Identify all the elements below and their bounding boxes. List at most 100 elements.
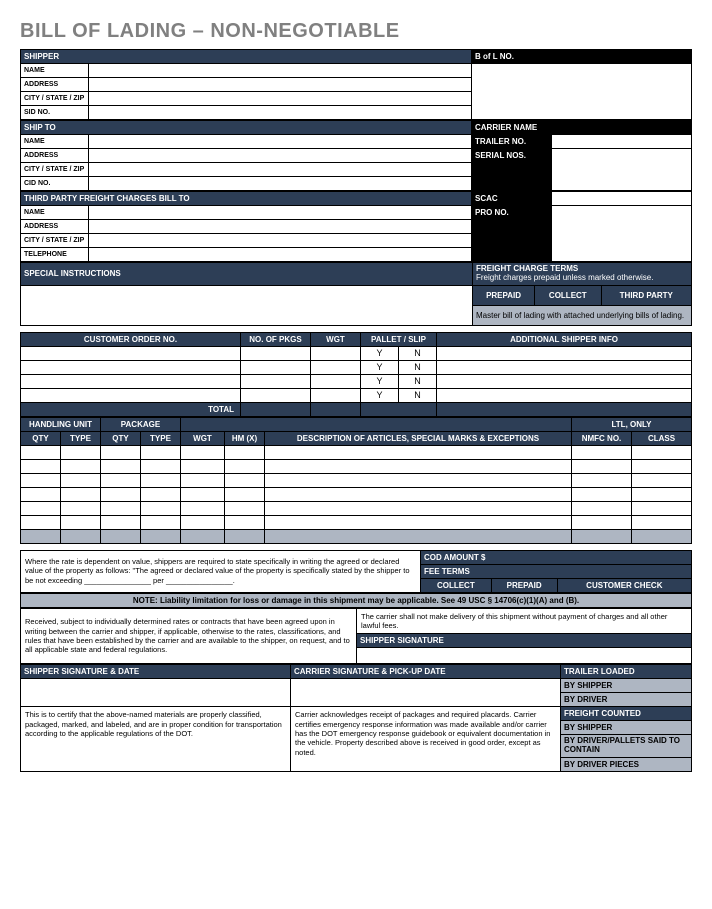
- serial-field[interactable]: [552, 149, 692, 191]
- order-cell[interactable]: [311, 374, 361, 388]
- hcell[interactable]: [61, 515, 101, 529]
- bol-field[interactable]: [472, 64, 692, 120]
- by-shipper-2[interactable]: BY SHIPPER: [561, 721, 692, 735]
- hcell[interactable]: [61, 445, 101, 459]
- hcell[interactable]: [572, 515, 632, 529]
- hcell[interactable]: [632, 515, 692, 529]
- hcell[interactable]: [141, 459, 181, 473]
- third-address-field[interactable]: [89, 220, 472, 234]
- hcell[interactable]: [632, 459, 692, 473]
- by-driver-pallets[interactable]: BY DRIVER/PALLETS SAID TO CONTAIN: [561, 735, 692, 758]
- cod-collect-button[interactable]: COLLECT: [421, 578, 492, 592]
- hcell[interactable]: [181, 515, 225, 529]
- order-cell[interactable]: [437, 346, 692, 360]
- pallet-y[interactable]: Y: [361, 346, 399, 360]
- cod-check-button[interactable]: CUSTOMER CHECK: [557, 578, 691, 592]
- pallet-y[interactable]: Y: [361, 374, 399, 388]
- hcell[interactable]: [61, 459, 101, 473]
- order-cell[interactable]: [21, 374, 241, 388]
- collect-button[interactable]: COLLECT: [535, 285, 601, 305]
- hcell[interactable]: [61, 473, 101, 487]
- order-cell[interactable]: [437, 374, 692, 388]
- hcell[interactable]: [572, 501, 632, 515]
- hcell[interactable]: [265, 445, 572, 459]
- shipper-sid-field[interactable]: [89, 106, 472, 120]
- hcell[interactable]: [225, 487, 265, 501]
- hcell[interactable]: [101, 473, 141, 487]
- hcell[interactable]: [101, 487, 141, 501]
- hcell[interactable]: [225, 515, 265, 529]
- shipto-cid-field[interactable]: [89, 177, 472, 191]
- hcell[interactable]: [21, 473, 61, 487]
- pallet-y[interactable]: Y: [361, 388, 399, 402]
- order-cell[interactable]: [311, 360, 361, 374]
- shipto-name-field[interactable]: [89, 135, 472, 149]
- hcell[interactable]: [181, 445, 225, 459]
- order-cell[interactable]: [241, 360, 311, 374]
- pallet-n[interactable]: N: [399, 360, 437, 374]
- cod-prepaid-button[interactable]: PREPAID: [491, 578, 557, 592]
- hcell[interactable]: [181, 473, 225, 487]
- hcell[interactable]: [21, 515, 61, 529]
- hcell[interactable]: [632, 445, 692, 459]
- hcell[interactable]: [225, 501, 265, 515]
- prepaid-button[interactable]: PREPAID: [473, 285, 535, 305]
- hcell[interactable]: [572, 459, 632, 473]
- hcell[interactable]: [141, 515, 181, 529]
- hcell[interactable]: [101, 459, 141, 473]
- hcell[interactable]: [101, 515, 141, 529]
- order-cell[interactable]: [311, 388, 361, 402]
- hcell[interactable]: [632, 487, 692, 501]
- pallet-n[interactable]: N: [399, 374, 437, 388]
- by-driver-1[interactable]: BY DRIVER: [561, 693, 692, 707]
- hcell[interactable]: [141, 487, 181, 501]
- hcell[interactable]: [141, 445, 181, 459]
- pallet-n[interactable]: N: [399, 388, 437, 402]
- hcell[interactable]: [21, 501, 61, 515]
- hcell[interactable]: [265, 501, 572, 515]
- carrier-sigdate-field[interactable]: [291, 679, 561, 707]
- third-tel-field[interactable]: [89, 248, 472, 262]
- hcell[interactable]: [141, 473, 181, 487]
- hcell[interactable]: [181, 459, 225, 473]
- hcell[interactable]: [101, 445, 141, 459]
- order-cell[interactable]: [311, 346, 361, 360]
- hcell[interactable]: [265, 515, 572, 529]
- hcell[interactable]: [572, 445, 632, 459]
- order-cell[interactable]: [21, 388, 241, 402]
- order-cell[interactable]: [437, 388, 692, 402]
- third-csz-field[interactable]: [89, 234, 472, 248]
- order-cell[interactable]: [21, 360, 241, 374]
- pallet-y[interactable]: Y: [361, 360, 399, 374]
- shipper-name-field[interactable]: [89, 64, 472, 78]
- shipto-csz-field[interactable]: [89, 163, 472, 177]
- scac-field[interactable]: [552, 192, 692, 206]
- shipto-address-field[interactable]: [89, 149, 472, 163]
- by-shipper-1[interactable]: BY SHIPPER: [561, 679, 692, 693]
- hcell[interactable]: [265, 459, 572, 473]
- order-cell[interactable]: [437, 360, 692, 374]
- hcell[interactable]: [225, 445, 265, 459]
- shipper-sigdate-field[interactable]: [21, 679, 291, 707]
- hcell[interactable]: [21, 445, 61, 459]
- hcell[interactable]: [21, 487, 61, 501]
- hcell[interactable]: [225, 459, 265, 473]
- hcell[interactable]: [101, 501, 141, 515]
- order-cell[interactable]: [241, 374, 311, 388]
- hcell[interactable]: [61, 501, 101, 515]
- hcell[interactable]: [141, 501, 181, 515]
- hcell[interactable]: [632, 473, 692, 487]
- hcell[interactable]: [632, 501, 692, 515]
- hcell[interactable]: [181, 487, 225, 501]
- special-field[interactable]: [21, 285, 473, 325]
- hcell[interactable]: [572, 487, 632, 501]
- order-cell[interactable]: [241, 346, 311, 360]
- shipper-csz-field[interactable]: [89, 92, 472, 106]
- order-cell[interactable]: [21, 346, 241, 360]
- hcell[interactable]: [21, 459, 61, 473]
- hcell[interactable]: [265, 487, 572, 501]
- pallet-n[interactable]: N: [399, 346, 437, 360]
- shipper-sig-field[interactable]: [357, 648, 692, 664]
- hcell[interactable]: [181, 501, 225, 515]
- hcell[interactable]: [61, 487, 101, 501]
